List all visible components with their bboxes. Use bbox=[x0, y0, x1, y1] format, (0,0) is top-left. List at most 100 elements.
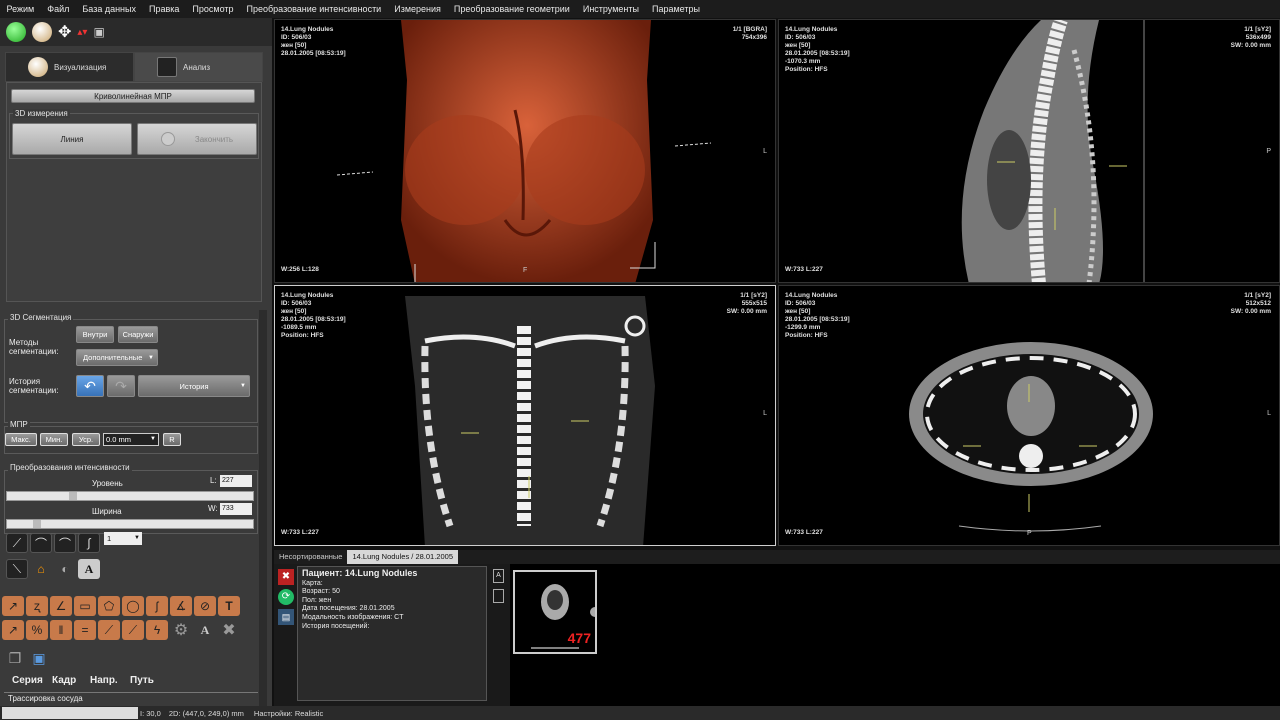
mpr-min-button[interactable]: Мин. bbox=[40, 433, 68, 446]
level-slider[interactable] bbox=[6, 491, 254, 501]
refresh-icon[interactable]: ⟳ bbox=[278, 589, 294, 605]
compass-icon[interactable] bbox=[32, 22, 52, 42]
inside-button[interactable]: Внутри bbox=[76, 326, 114, 343]
width-thumb[interactable] bbox=[33, 520, 41, 528]
delete-icon[interactable]: ✖ bbox=[278, 569, 294, 585]
ellipse-tool-icon[interactable]: ◯ bbox=[122, 596, 144, 616]
equal-tool-icon[interactable]: = bbox=[74, 620, 96, 640]
save-icon[interactable]: ▣ bbox=[28, 648, 50, 668]
visualization-icon bbox=[28, 57, 48, 77]
line-button[interactable]: Линия bbox=[12, 123, 132, 155]
arrow-tool-icon[interactable]: ↗ bbox=[2, 596, 24, 616]
level-value: 227 bbox=[222, 477, 234, 484]
menu-file[interactable]: Файл bbox=[41, 4, 76, 14]
markers-icon[interactable]: ▴▾ bbox=[77, 27, 87, 38]
menu-params[interactable]: Параметры bbox=[645, 4, 706, 14]
menu-view[interactable]: Просмотр bbox=[186, 4, 240, 14]
history-dropdown[interactable]: История ▼ bbox=[138, 375, 250, 397]
copy-icon[interactable]: ❐ bbox=[4, 648, 26, 668]
toolbar: ✥ ▴▾ ▣ bbox=[0, 18, 272, 46]
level-input[interactable]: 227 bbox=[220, 475, 252, 487]
undo-button[interactable]: ↶ bbox=[76, 375, 104, 397]
percent-tool-icon[interactable]: % bbox=[26, 620, 48, 640]
cobb-angle-icon[interactable]: ∡ bbox=[170, 596, 192, 616]
series-thumbnail[interactable]: 477 bbox=[513, 570, 597, 654]
mpr-thickness-select[interactable]: 0.0 mm ▼ bbox=[103, 433, 159, 446]
gear-icon[interactable]: ⚙ bbox=[170, 620, 192, 640]
menu-mode[interactable]: Режим bbox=[0, 4, 41, 14]
card-icon[interactable]: ▤ bbox=[278, 609, 294, 625]
hide-tool-icon[interactable]: ⊘ bbox=[194, 596, 216, 616]
mpr-avg-button[interactable]: Уср. bbox=[72, 433, 100, 446]
thumbnail-count: 477 bbox=[567, 630, 591, 646]
text-a-icon[interactable]: A bbox=[78, 559, 100, 579]
nav-direction[interactable]: Напр. bbox=[90, 676, 118, 686]
palette-icon[interactable]: ◐ bbox=[54, 559, 76, 579]
curve-exp-icon[interactable]: ⌒ bbox=[54, 533, 76, 553]
menu-edit[interactable]: Правка bbox=[143, 4, 186, 14]
chevron-down-icon: ▼ bbox=[150, 436, 156, 442]
nav-series[interactable]: Серия bbox=[12, 676, 43, 686]
lut-house-icon[interactable]: ⌂ bbox=[30, 559, 52, 579]
dist-tool-icon[interactable]: ϟ bbox=[146, 620, 168, 640]
vp4-patient-info: 14.Lung Nodules ID: 506/03 жен [50] 28.0… bbox=[785, 292, 850, 339]
finish-label: Закончить bbox=[194, 134, 234, 144]
pointer-tool-icon[interactable]: ↗ bbox=[2, 620, 24, 640]
curve-log-icon[interactable]: ⌒ bbox=[30, 533, 52, 553]
viewport-3d[interactable]: 14.Lung Nodules ID: 506/03 жен [50] 28.0… bbox=[274, 19, 776, 283]
curve-preset-select[interactable]: 1 ▼ bbox=[104, 532, 142, 545]
patient-card-field: Карта: bbox=[302, 579, 323, 587]
mpr-max-button[interactable]: Макс. bbox=[5, 433, 37, 446]
nav-frame[interactable]: Кадр bbox=[52, 676, 76, 686]
text-tool-icon[interactable]: T bbox=[218, 596, 240, 616]
level-thumb[interactable] bbox=[69, 492, 77, 500]
redo-button[interactable]: ↷ bbox=[107, 375, 135, 397]
thumb-flag-a[interactable]: A bbox=[493, 569, 504, 583]
nav-path[interactable]: Путь bbox=[130, 676, 154, 686]
layout-icon[interactable]: ▣ bbox=[93, 25, 104, 39]
width-input[interactable]: 733 bbox=[220, 503, 252, 515]
tab-visualization-label: Визуализация bbox=[54, 62, 107, 72]
curve-preset-value: 1 bbox=[107, 534, 112, 543]
parallel-tool-icon[interactable]: ‖ bbox=[50, 620, 72, 640]
rectangle-tool-icon[interactable]: ▭ bbox=[74, 596, 96, 616]
outside-button[interactable]: Снаружи bbox=[118, 326, 158, 343]
thumb-flag-empty[interactable] bbox=[493, 589, 504, 603]
vp1-orientation-right: L bbox=[763, 148, 767, 155]
font-icon[interactable]: A bbox=[194, 620, 216, 640]
close-icon[interactable]: ✖ bbox=[218, 620, 240, 640]
menu-geometry[interactable]: Преобразование геометрии bbox=[447, 4, 576, 14]
menu-database[interactable]: База данных bbox=[76, 4, 143, 14]
width-slider[interactable] bbox=[6, 519, 254, 529]
width-key: W: bbox=[208, 504, 218, 513]
menu-measure[interactable]: Измерения bbox=[388, 4, 448, 14]
tab-study[interactable]: 14.Lung Nodules / 28.01.2005 bbox=[347, 550, 458, 564]
angle-tool-icon[interactable]: ∠ bbox=[50, 596, 72, 616]
tab-analysis[interactable]: Анализ bbox=[134, 52, 263, 82]
viewport-axial[interactable]: 14.Lung Nodules ID: 506/03 жен [50] 28.0… bbox=[778, 285, 1280, 546]
tab-unsorted[interactable]: Несортированные bbox=[274, 550, 347, 564]
finish-button[interactable]: Закончить bbox=[137, 123, 257, 155]
green-orb-icon[interactable] bbox=[6, 22, 26, 42]
measure-title: 3D измерения bbox=[13, 109, 70, 118]
freehand-tool-icon[interactable]: ʃ bbox=[146, 596, 168, 616]
ratio-tool-icon[interactable]: ⟋ bbox=[122, 620, 144, 640]
curve-custom-icon[interactable]: ⟍ bbox=[6, 559, 28, 579]
viewport-coronal[interactable]: 14.Lung Nodules ID: 506/03 жен [50] 28.0… bbox=[274, 285, 776, 546]
ruler-tool-icon[interactable]: ⟋ bbox=[98, 620, 120, 640]
polyline-tool-icon[interactable]: ʐ bbox=[26, 596, 48, 616]
menu-tools[interactable]: Инструменты bbox=[576, 4, 645, 14]
additional-dropdown[interactable]: Дополнительные ▼ bbox=[76, 349, 158, 366]
curve-linear-icon[interactable]: ⟋ bbox=[6, 533, 28, 553]
seg-history-label: История сегментации: bbox=[9, 377, 59, 395]
curve-sigmoid-icon[interactable]: ∫ bbox=[78, 533, 100, 553]
panel-scrollbar[interactable] bbox=[259, 310, 267, 706]
move-cross-icon[interactable]: ✥ bbox=[58, 22, 71, 42]
vp4-orientation-bottom: P bbox=[1027, 530, 1032, 537]
viewport-sagittal[interactable]: 14.Lung Nodules ID: 506/03 жен [50] 28.0… bbox=[778, 19, 1280, 283]
menu-intensity[interactable]: Преобразование интенсивности bbox=[240, 4, 388, 14]
mpr-reset-button[interactable]: R bbox=[163, 433, 181, 446]
polygon-tool-icon[interactable]: ⬠ bbox=[98, 596, 120, 616]
curved-mpr-button[interactable]: Криволинейная МПР bbox=[11, 89, 255, 103]
tab-visualization[interactable]: Визуализация bbox=[5, 52, 134, 82]
